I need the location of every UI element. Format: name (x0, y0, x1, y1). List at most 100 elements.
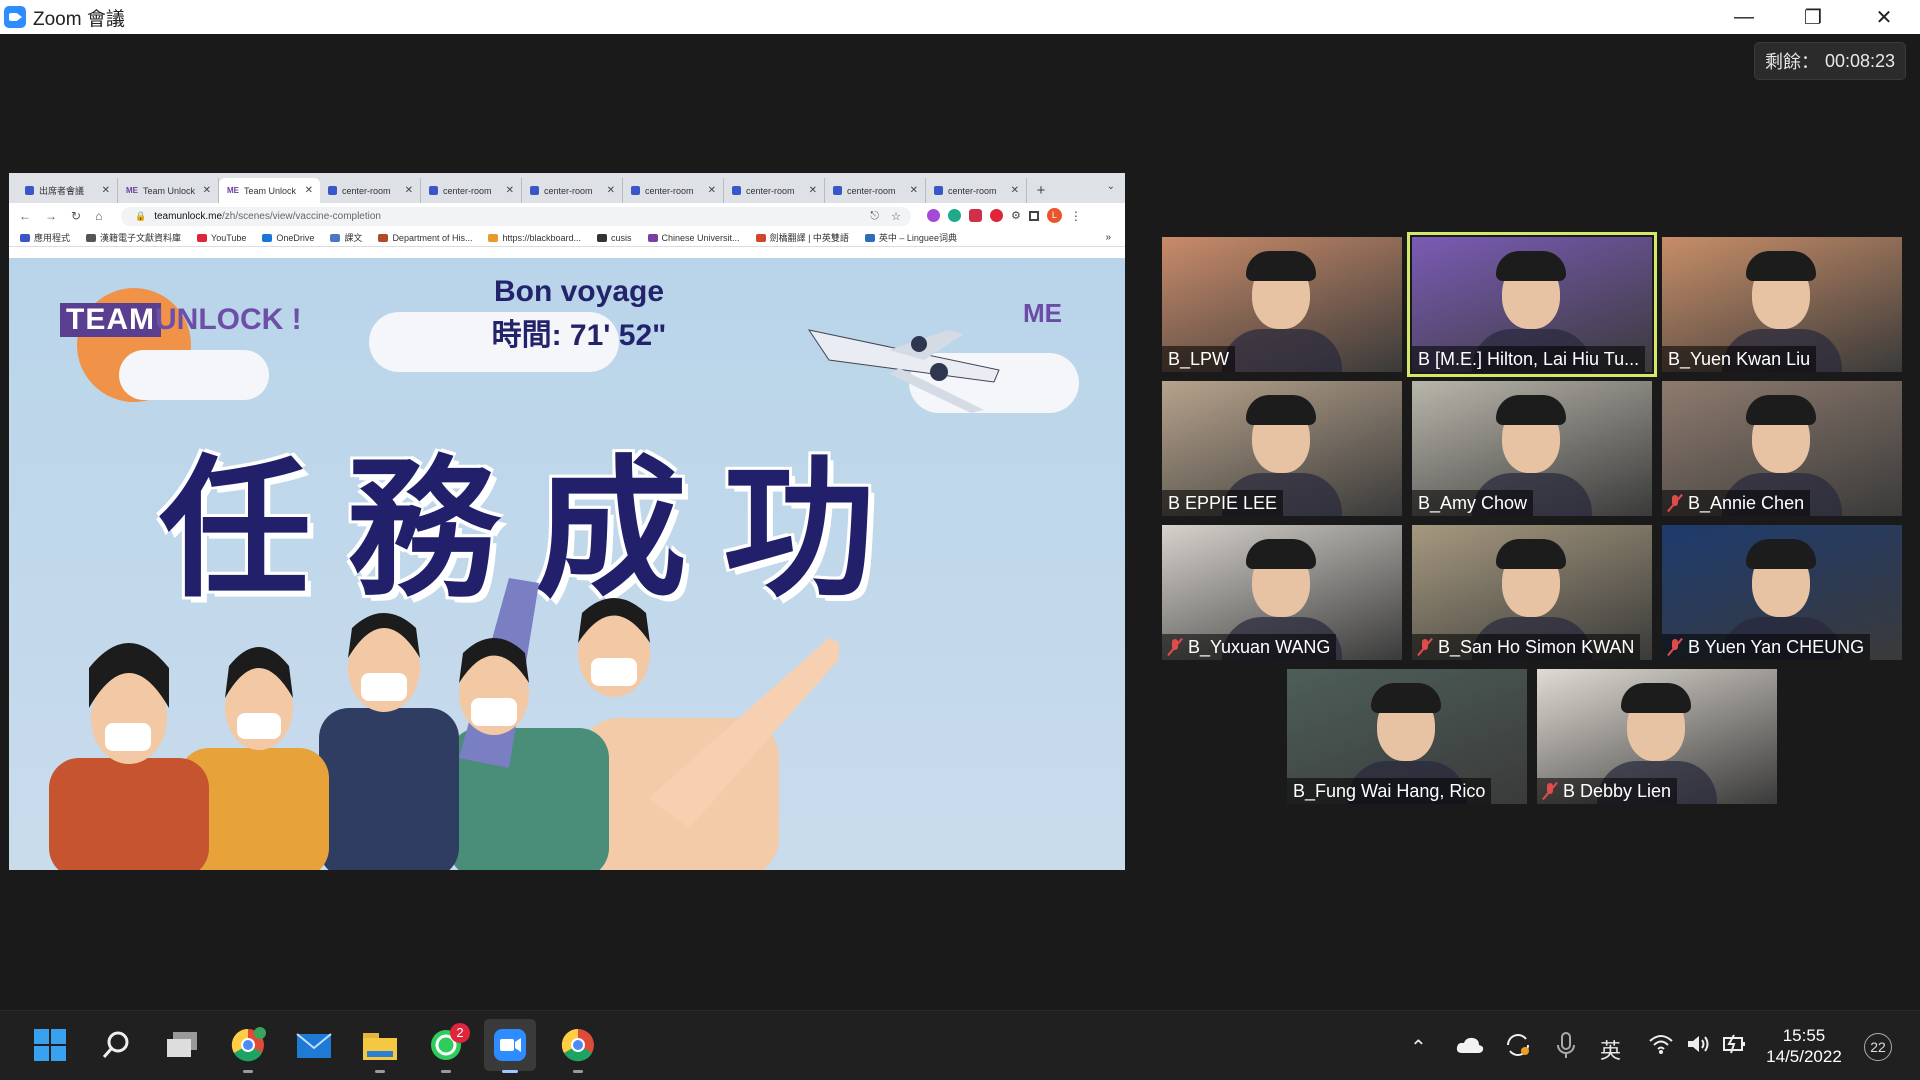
participant-video-tile[interactable]: B_Yuxuan WANG (1162, 525, 1402, 660)
participant-video-tile[interactable]: B_LPW (1162, 237, 1402, 372)
minimize-button[interactable]: — (1716, 0, 1772, 34)
participant-video-tile[interactable]: B_Amy Chow (1412, 381, 1652, 516)
chrome-taskbar-button[interactable] (558, 1025, 598, 1073)
puzzle-icon[interactable]: ⚙ (1011, 209, 1021, 222)
participant-video-tile[interactable]: B_Annie Chen (1662, 381, 1902, 516)
bookmark-item[interactable]: cusis (597, 233, 632, 243)
participant-video-tile[interactable]: B Yuen Yan CHEUNG (1662, 525, 1902, 660)
chrome-profile-taskbar-button[interactable] (228, 1025, 268, 1073)
bookmark-label: YouTube (211, 232, 247, 243)
search-button[interactable] (96, 1025, 136, 1065)
wifi-icon[interactable] (1648, 1033, 1674, 1055)
bookmark-item[interactable]: 漢籍電子文獻資料庫 (86, 231, 181, 244)
close-tab-icon[interactable]: ✕ (405, 185, 413, 196)
grammarly-icon[interactable] (948, 209, 961, 222)
notification-center-button[interactable]: 22 (1864, 1033, 1892, 1061)
bookmark-item[interactable]: Department of His... (378, 233, 472, 243)
bookmark-label: https://blackboard... (502, 232, 582, 243)
task-view-button[interactable] (162, 1025, 202, 1065)
profile-avatar[interactable]: L (1046, 208, 1062, 223)
browser-tab[interactable]: 出席者會議 ✕ (17, 178, 118, 203)
tab-label: center-room (443, 185, 492, 196)
bookmark-favicon-icon (647, 233, 658, 242)
mail-button[interactable] (294, 1025, 334, 1065)
windows-taskbar: 2 ⌃ 英 15:55 14/5/2022 22 (0, 1010, 1920, 1080)
microphone-icon[interactable] (1556, 1031, 1576, 1061)
browser-tab[interactable]: center-room ✕ (421, 178, 522, 203)
browser-tab[interactable]: center-room ✕ (724, 178, 825, 203)
volume-icon[interactable] (1686, 1033, 1712, 1055)
more-bookmarks-icon[interactable]: » (1105, 232, 1111, 243)
running-indicator (375, 1070, 385, 1073)
bookmark-item[interactable]: OneDrive (262, 233, 314, 243)
onedrive-cloud-icon[interactable] (1456, 1035, 1484, 1055)
browser-tab[interactable]: ME Team Unlock ✕ (118, 178, 219, 203)
adblock-icon[interactable] (990, 209, 1003, 222)
extension-icon[interactable] (969, 209, 982, 222)
close-tab-icon[interactable]: ✕ (809, 185, 817, 196)
close-tab-icon[interactable]: ✕ (1011, 185, 1019, 196)
system-clock[interactable]: 15:55 14/5/2022 (1754, 1025, 1854, 1067)
reload-icon[interactable]: ↻ (71, 209, 81, 223)
browser-tab[interactable]: center-room ✕ (623, 178, 724, 203)
participant-hair (1496, 395, 1566, 425)
zoom-taskbar-button[interactable] (484, 1019, 536, 1073)
share-icon[interactable]: ⎋ (870, 210, 879, 223)
bookmark-item[interactable]: 應用程式 (20, 231, 70, 244)
bookmark-item[interactable]: YouTube (197, 233, 246, 243)
browser-tab[interactable]: center-room ✕ (320, 178, 421, 203)
bookmark-item[interactable]: 英中 – Linguee词典 (864, 231, 957, 244)
restore-button[interactable]: ❐ (1785, 0, 1841, 34)
participant-name-tag: B [M.E.] Hilton, Lai Hiu Tu... (1412, 346, 1646, 372)
bookmark-label: 應用程式 (34, 233, 71, 243)
participant-video-tile[interactable]: B [M.E.] Hilton, Lai Hiu Tu... (1407, 232, 1657, 377)
bookmark-favicon-icon (378, 233, 389, 242)
lock-icon: 🔒 (135, 211, 147, 221)
bookmark-item[interactable]: https://blackboard... (488, 233, 581, 243)
forward-icon[interactable]: → (45, 209, 57, 223)
kebab-menu-icon[interactable]: ⋮ (1070, 209, 1082, 223)
file-explorer-button[interactable] (360, 1025, 400, 1073)
whatsapp-button[interactable]: 2 (426, 1023, 470, 1073)
game-heading: Bon voyage 時間: 71' 52" (469, 270, 689, 358)
bookmark-item[interactable]: Chinese Universit... (647, 233, 740, 243)
participant-video-tile[interactable]: B_Yuen Kwan Liu (1662, 237, 1902, 372)
close-button[interactable]: ✕ (1856, 0, 1912, 34)
participant-name: B Yuen Yan CHEUNG (1688, 637, 1865, 657)
participant-video-tile[interactable]: B_San Ho Simon KWAN (1412, 525, 1652, 660)
bookmark-item[interactable]: 劍橋翻譯 | 中英雙語 (755, 231, 849, 244)
browser-tab[interactable]: ME Team Unlock ✕ (219, 178, 320, 203)
sync-icon[interactable] (1504, 1031, 1532, 1059)
chrome-icon (561, 1028, 594, 1062)
participant-video-tile[interactable]: B EPPIE LEE (1162, 381, 1402, 516)
bookmark-star-icon[interactable]: ☆ (891, 210, 901, 223)
close-tab-icon[interactable]: ✕ (102, 185, 110, 196)
participant-video-tile[interactable]: B Debby Lien (1537, 669, 1777, 804)
bookmark-item[interactable]: 課文 (330, 231, 362, 244)
doc-favicon-icon (530, 186, 539, 195)
back-icon[interactable]: ← (19, 209, 31, 223)
home-icon[interactable]: ⌂ (95, 209, 102, 223)
new-tab-button[interactable]: + (1027, 178, 1055, 203)
battery-charging-icon[interactable] (1722, 1033, 1748, 1055)
address-bar[interactable]: 🔒 teamunlock.me/zh/scenes/view/vaccine-c… (121, 207, 911, 226)
close-tab-icon[interactable]: ✕ (506, 185, 514, 196)
show-hidden-icons-chevron[interactable]: ⌃ (1410, 1035, 1427, 1060)
close-tab-icon[interactable]: ✕ (305, 185, 313, 196)
browser-tab[interactable]: center-room ✕ (926, 178, 1027, 203)
doc-favicon-icon (429, 186, 438, 195)
input-method-indicator[interactable]: 英 (1600, 1035, 1621, 1065)
tab-label: center-room (342, 185, 391, 196)
start-button[interactable] (30, 1025, 70, 1065)
close-tab-icon[interactable]: ✕ (203, 185, 211, 196)
extension-icon[interactable] (927, 209, 940, 222)
participant-video-tile[interactable]: B_Fung Wai Hang, Rico (1287, 669, 1527, 804)
browser-tab[interactable]: center-room ✕ (825, 178, 926, 203)
side-panel-icon[interactable] (1028, 210, 1039, 221)
tab-search-icon[interactable]: ⌄ (1107, 181, 1115, 192)
browser-tab[interactable]: center-room ✕ (522, 178, 623, 203)
close-tab-icon[interactable]: ✕ (607, 185, 615, 196)
close-tab-icon[interactable]: ✕ (708, 185, 716, 196)
close-tab-icon[interactable]: ✕ (910, 185, 918, 196)
extensions-area: ⚙ L ⋮ (927, 208, 1082, 223)
